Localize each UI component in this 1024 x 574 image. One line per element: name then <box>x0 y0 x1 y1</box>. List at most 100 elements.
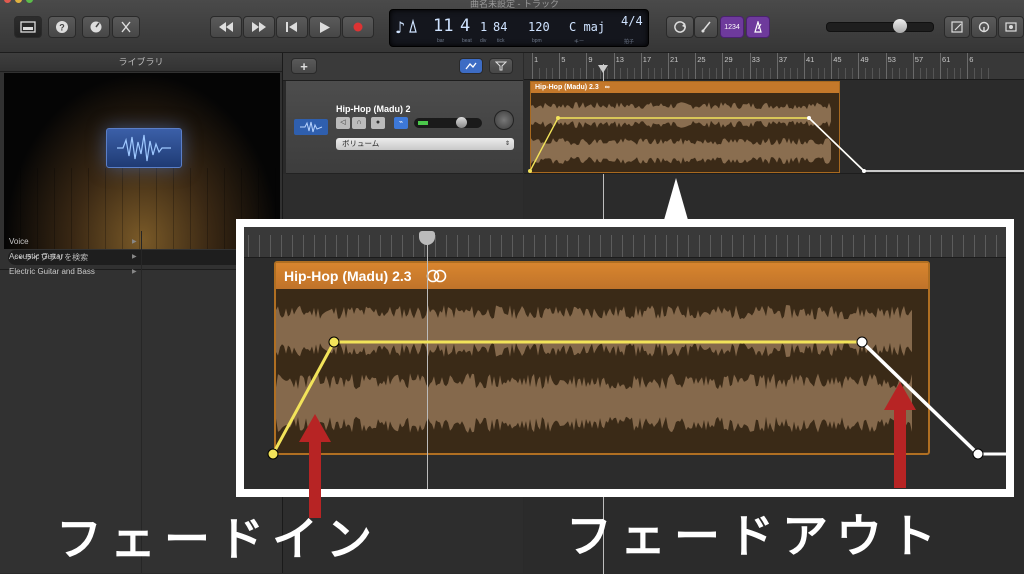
tuning-fork-icon <box>701 21 711 33</box>
track-icon <box>294 119 328 135</box>
ruler-minor-tick <box>906 68 907 79</box>
ruler-bar-number: 53 <box>887 55 896 64</box>
volume-automation-curve-small[interactable] <box>524 81 1024 181</box>
ruler-minor-tick <box>538 68 540 79</box>
track-volume-slider[interactable] <box>414 117 482 128</box>
library-button[interactable] <box>14 16 42 38</box>
ruler-tick <box>885 53 887 79</box>
rewind-button[interactable] <box>210 16 242 38</box>
minimize-window-button[interactable] <box>15 0 22 3</box>
volume-slider-knob[interactable] <box>893 19 907 33</box>
ruler-minor-tick <box>674 68 676 79</box>
ruler-bar-number: 25 <box>697 55 706 64</box>
ruler-tick <box>831 53 833 79</box>
add-track-button[interactable]: + <box>291 58 317 74</box>
scissors-icon <box>121 21 131 33</box>
instrument-icon <box>106 128 182 168</box>
fade-in-label: フェードイン <box>56 512 380 566</box>
svg-text:?: ? <box>59 23 65 33</box>
ruler-bar-number: 57 <box>914 55 924 64</box>
select-arrows-icon: ⇕ <box>504 141 510 147</box>
media-browser-button[interactable] <box>998 16 1024 38</box>
ruler-minor-tick <box>946 68 948 79</box>
volume-knob[interactable] <box>456 117 467 128</box>
count-in-button[interactable]: 1234 <box>720 16 744 38</box>
ruler-minor-tick <box>865 68 867 79</box>
play-icon <box>320 21 330 33</box>
smart-controls-button[interactable] <box>82 16 110 38</box>
ruler-minor-tick <box>715 68 717 79</box>
library-category-voice[interactable]: Voice <box>9 237 139 246</box>
track-header[interactable]: Hip-Hop (Madu) 2 ◁ ∩ ● ⌁ ボリューム ⇕ <box>286 81 523 174</box>
ruler-minor-tick <box>708 68 710 79</box>
pan-knob[interactable] <box>494 110 514 130</box>
go-to-beginning-button[interactable] <box>276 16 308 38</box>
ruler-tick <box>912 53 914 79</box>
library-category-acoustic-guitar[interactable]: Acoustic Guitar <box>9 252 139 261</box>
ruler-minor-tick <box>634 68 635 79</box>
automation-toggle-button[interactable]: ⌁ <box>394 117 408 129</box>
lcd-bar-label: bar <box>437 38 445 44</box>
loop-browser-button[interactable] <box>971 16 997 38</box>
notepad-button[interactable] <box>944 16 970 38</box>
svg-text:♪: ♪ <box>395 18 405 36</box>
smart-tempo-button[interactable] <box>459 58 483 74</box>
ruler-bar-number: 33 <box>751 55 760 64</box>
lcd-beat-label: beat <box>462 38 472 44</box>
ruler-minor-tick <box>892 68 894 79</box>
chevron-right-icon: ▶ <box>132 254 137 260</box>
control-bar: 曲名未設定 - トラック ? ♪ 11 4 1 84 120 C maj 4/4 <box>0 0 1024 53</box>
ruler-minor-tick <box>742 68 744 79</box>
ruler-minor-tick <box>824 68 826 79</box>
ruler-minor-tick <box>552 68 554 79</box>
headphones-button[interactable]: ∩ <box>352 117 366 129</box>
ruler-minor-tick <box>926 68 928 79</box>
ruler-bar-number: 45 <box>833 55 842 64</box>
ruler-minor-tick <box>899 68 901 79</box>
track-filter-button[interactable] <box>489 58 513 74</box>
ruler-minor-tick <box>770 68 771 79</box>
record-icon <box>353 22 363 32</box>
close-window-button[interactable] <box>4 0 11 3</box>
record-enable-button[interactable]: ● <box>371 117 385 129</box>
track-name[interactable]: Hip-Hop (Madu) 2 <box>336 104 411 114</box>
lcd-signature: 4/4 <box>621 14 643 28</box>
fade-out-label: フェードアウト <box>566 509 944 563</box>
ruler-bar-number: 61 <box>942 55 951 64</box>
ruler-tick <box>967 53 969 79</box>
play-button[interactable] <box>309 16 341 38</box>
ruler-minor-tick <box>702 68 703 79</box>
editors-button[interactable] <box>112 16 140 38</box>
ruler-minor-tick <box>593 68 595 79</box>
help-button[interactable]: ? <box>48 16 76 38</box>
ruler-bar-number: 37 <box>778 55 788 64</box>
tuner-button[interactable] <box>694 16 718 38</box>
master-volume-slider[interactable] <box>826 19 934 33</box>
ruler-minor-tick <box>688 68 690 79</box>
lcd-tick-label: tick <box>497 38 505 44</box>
fast-forward-button[interactable] <box>243 16 275 38</box>
cycle-button[interactable] <box>666 16 694 38</box>
automation-parameter-select[interactable]: ボリューム ⇕ <box>336 138 514 150</box>
lcd-div: 1 <box>480 20 488 34</box>
notepad-icon <box>951 21 963 33</box>
lcd-key: C maj <box>569 20 606 34</box>
mute-button[interactable]: ◁ <box>336 117 350 129</box>
library-category-electric-guitar-bass[interactable]: Electric Guitar and Bass <box>9 267 139 276</box>
ruler-minor-tick <box>987 68 989 79</box>
record-button[interactable] <box>342 16 374 38</box>
lcd-display[interactable]: ♪ 11 4 1 84 120 C maj 4/4 bar beat div t… <box>389 9 649 47</box>
ruler-minor-tick <box>851 68 853 79</box>
ruler-bar-number: 5 <box>561 55 566 64</box>
ruler-tick <box>668 53 669 79</box>
plus-icon: + <box>300 58 308 74</box>
ruler-minor-tick <box>872 68 873 79</box>
ruler-minor-tick <box>974 68 975 79</box>
ruler-minor-tick <box>844 68 846 79</box>
zoom-window-button[interactable] <box>26 0 33 3</box>
metronome-button[interactable] <box>746 16 770 38</box>
ruler-bar-number: 29 <box>724 55 733 64</box>
media-browser-icon <box>1005 22 1017 32</box>
ruler-minor-tick <box>681 68 683 79</box>
playhead-handle[interactable] <box>598 65 608 73</box>
